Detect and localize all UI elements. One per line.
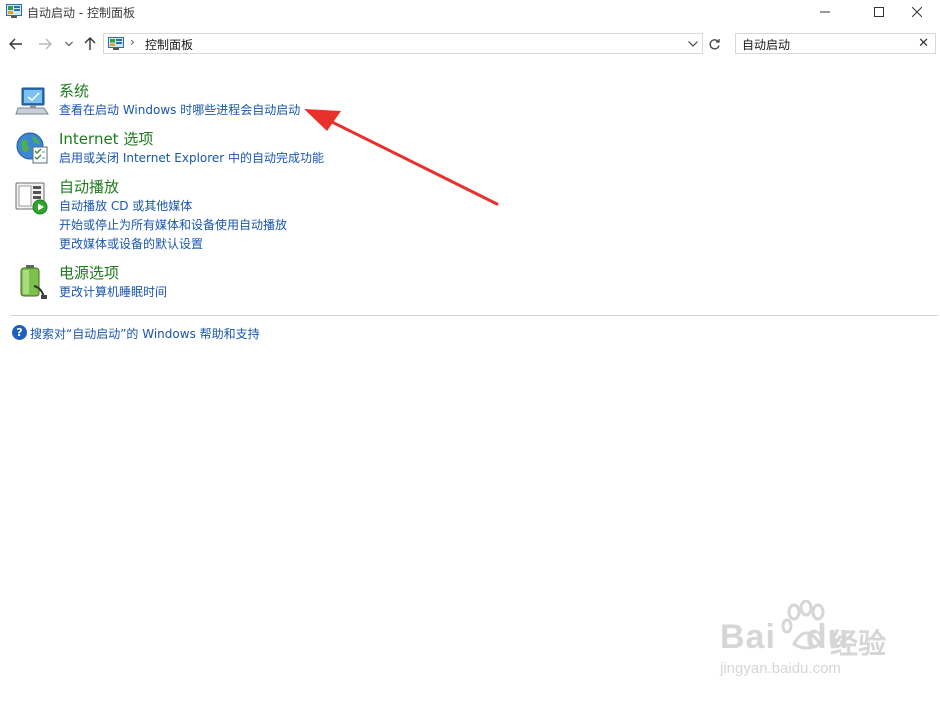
result-title-power-options[interactable]: 电源选项 [59,264,119,282]
up-button[interactable] [81,34,99,54]
refresh-button[interactable] [704,34,724,54]
back-button[interactable] [6,34,26,54]
result-link-ie-autocomplete[interactable]: 启用或关闭 Internet Explorer 中的自动完成功能 [59,151,324,166]
result-link-autoplay-all-media[interactable]: 开始或停止为所有媒体和设备使用自动播放 [59,218,287,233]
clear-search-button[interactable]: ✕ [918,35,929,52]
search-box[interactable]: 自动启动 ✕ [735,33,936,54]
minimize-icon [820,11,830,13]
window-title: 自动启动 - 控制面板 [27,6,135,20]
close-button[interactable] [894,0,940,24]
help-link-text[interactable]: 搜索对“自动启动”的 Windows 帮助和支持 [30,325,260,342]
breadcrumb-control-panel[interactable]: 控制面板 [145,36,193,53]
result-link-autoplay-cd[interactable]: 自动播放 CD 或其他媒体 [59,199,192,214]
result-title-autoplay[interactable]: 自动播放 [59,178,119,196]
address-dropdown-button[interactable] [686,36,700,52]
watermark-url: jingyan.baidu.com [720,660,841,677]
minimize-button[interactable] [802,0,848,24]
power-options-battery-icon [20,265,47,299]
result-internet-options: Internet 选项 启用或关闭 Internet Explorer 中的自动… [0,130,600,170]
chevron-down-icon [688,41,698,47]
help-question-icon: ? [12,325,27,340]
system-computer-icon [15,87,49,115]
close-icon [912,7,922,17]
forward-button[interactable] [35,34,55,54]
result-title-system[interactable]: 系统 [59,82,89,100]
title-bar: 自动启动 - 控制面板 [0,0,940,24]
refresh-icon [709,38,720,49]
arrow-left-icon [9,38,22,50]
result-link-sleep-time[interactable]: 更改计算机睡眠时间 [59,285,167,300]
maximize-icon [874,7,884,17]
result-title-internet-options[interactable]: Internet 选项 [59,130,153,148]
search-input[interactable]: 自动启动 [742,36,790,53]
result-system: 系统 查看在启动 Windows 时哪些进程会自动启动 [0,82,600,122]
control-panel-icon [6,4,22,18]
breadcrumb-separator[interactable]: › [130,35,135,49]
navigation-bar: › 控制面板 自动启动 ✕ [0,30,940,58]
paw-print-icon [781,600,825,650]
result-link-startup-processes[interactable]: 查看在启动 Windows 时哪些进程会自动启动 [59,103,300,118]
chevron-down-icon [65,41,73,47]
divider [10,315,938,316]
result-link-default-media-settings[interactable]: 更改媒体或设备的默认设置 [59,237,203,252]
internet-options-globe-icon [16,132,48,164]
watermark-brand: 经验 [830,627,887,660]
address-bar[interactable]: › 控制面板 [103,33,703,54]
control-panel-icon [108,37,124,50]
result-autoplay: 自动播放 自动播放 CD 或其他媒体 开始或停止为所有媒体和设备使用自动播放 更… [0,178,600,254]
baidu-watermark: Bai du 经验 jingyan.baidu.com [718,600,893,690]
autoplay-icon [15,182,48,215]
recent-locations-button[interactable] [62,34,76,54]
result-power-options: 电源选项 更改计算机睡眠时间 [0,264,600,304]
arrow-up-icon [84,37,96,50]
arrow-right-icon [39,38,52,50]
